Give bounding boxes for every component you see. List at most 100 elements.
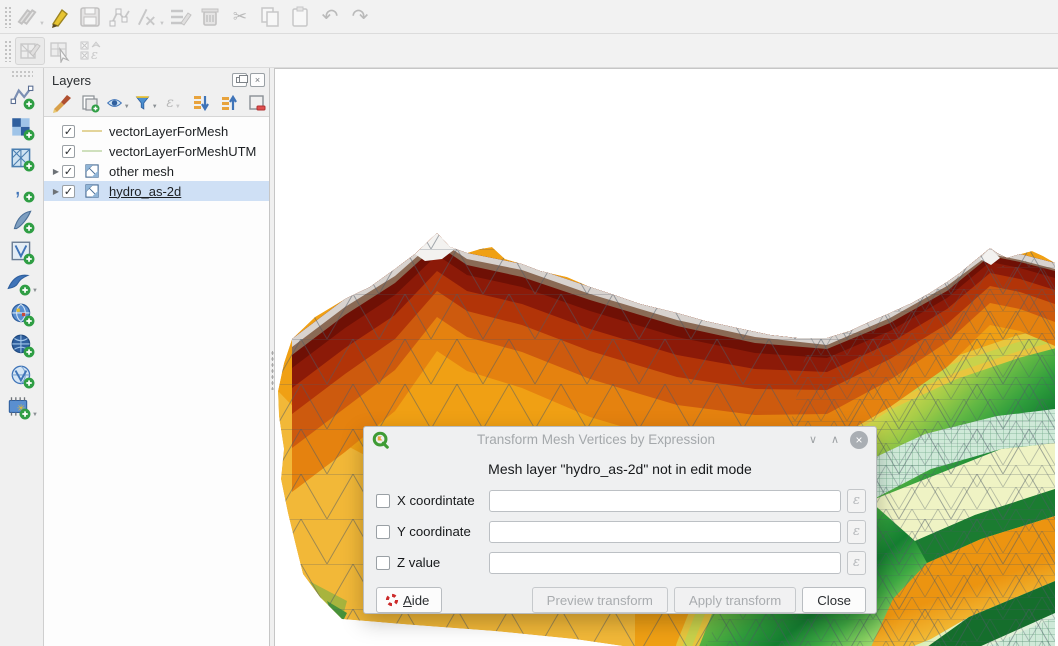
layers-panel-title: Layers <box>52 73 229 88</box>
apply-transform-button[interactable]: Apply transform <box>674 587 796 613</box>
close-button[interactable]: Close <box>802 587 866 613</box>
paste-features-button[interactable] <box>285 3 315 31</box>
layer-row-hydro-as-2d[interactable]: ▶ ✓ hydro_as-2d <box>44 181 269 201</box>
layer-row-vectorLayerForMeshUTM[interactable]: ✓ vectorLayerForMeshUTM <box>44 141 269 161</box>
panel-close-button[interactable]: × <box>250 73 265 87</box>
paste-icon <box>288 5 312 29</box>
layer-label[interactable]: hydro_as-2d <box>109 184 181 199</box>
dialog-close-button[interactable]: × <box>850 431 868 449</box>
advanced-digitizing-button[interactable]: ▼ <box>135 3 165 31</box>
redo-button[interactable]: ↷ <box>345 3 375 31</box>
z-value-checkbox[interactable] <box>376 556 390 570</box>
filter-by-expression-button[interactable]: ε ▼ <box>162 92 186 114</box>
caret-down-icon: ▼ <box>175 104 181 110</box>
add-postgis-layer-button[interactable]: ▼ <box>5 267 39 298</box>
map-canvas[interactable]: Transform Mesh Vertices by Expression ∨ … <box>275 68 1058 646</box>
y-expression-input[interactable] <box>489 521 841 543</box>
caret-down-icon: ▼ <box>32 412 38 418</box>
toolbar-drag-handle[interactable] <box>4 6 11 28</box>
save-edits-button[interactable] <box>75 3 105 31</box>
z-expression-builder-button[interactable]: ε <box>847 551 866 575</box>
current-edits-button[interactable]: ▼ <box>15 3 45 31</box>
manage-map-themes-button[interactable]: ▼ <box>106 92 130 114</box>
digitize-mesh-icon <box>18 39 42 63</box>
help-icon <box>385 593 399 607</box>
toggle-editing-button[interactable] <box>45 3 75 31</box>
chevron-up-icon: ∧ <box>831 434 839 446</box>
expand-all-button[interactable] <box>189 92 213 114</box>
toolbar-drag-handle[interactable] <box>4 40 11 62</box>
layer-label[interactable]: vectorLayerForMesh <box>109 124 228 139</box>
digitize-mesh-elements-button[interactable] <box>15 37 45 65</box>
check-icon: ✓ <box>64 125 73 138</box>
collapse-all-button[interactable] <box>217 92 241 114</box>
layer-row-vectorLayerForMesh[interactable]: ✓ vectorLayerForMesh <box>44 121 269 141</box>
preview-transform-button[interactable]: Preview transform <box>532 587 668 613</box>
layer-label[interactable]: other mesh <box>109 164 174 179</box>
undo-icon: ↶ <box>322 7 339 27</box>
caret-down-icon: ▼ <box>152 104 158 110</box>
expander-icon[interactable]: ▶ <box>50 167 62 176</box>
remove-layer-button[interactable] <box>245 92 269 114</box>
y-coordinate-row: Y coordinate ε <box>376 516 866 547</box>
funnel-icon <box>134 93 151 113</box>
layer-row-other-mesh[interactable]: ▶ ✓ other mesh <box>44 161 269 181</box>
add-virtual-layer-button[interactable] <box>5 236 39 267</box>
vertex-tool-button[interactable] <box>105 3 135 31</box>
add-wfs-layer-button[interactable] <box>5 360 39 391</box>
toolbar-drag-handle[interactable] <box>11 70 33 77</box>
add-virtual-layer-icon <box>9 239 35 265</box>
undo-button[interactable]: ↶ <box>315 3 345 31</box>
modify-attributes-button[interactable] <box>165 3 195 31</box>
splitter-handle[interactable] <box>271 350 274 390</box>
add-delimited-text-icon: , <box>9 177 35 203</box>
add-wfs-icon <box>9 363 35 389</box>
expression-epsilon-icon: ε <box>166 96 174 110</box>
manage-layers-toolbar: , ▼ ✳ ▼ <box>0 68 44 646</box>
add-mesh-layer-button[interactable] <box>5 143 39 174</box>
add-wcs-icon <box>9 332 35 358</box>
panel-float-button[interactable] <box>232 73 247 87</box>
qgis-logo-icon <box>372 431 390 449</box>
add-arcgis-rest-layer-button[interactable]: ✳ ▼ <box>5 391 39 422</box>
delete-selected-button[interactable] <box>195 3 225 31</box>
filter-legend-button[interactable]: ▼ <box>134 92 158 114</box>
transform-mesh-vertices-button[interactable]: ε <box>75 37 105 65</box>
y-expression-builder-button[interactable]: ε <box>847 520 866 544</box>
add-vector-layer-button[interactable] <box>5 81 39 112</box>
dialog-titlebar[interactable]: Transform Mesh Vertices by Expression ∨ … <box>364 427 876 452</box>
mesh-layer-icon <box>81 184 103 199</box>
add-wms-layer-button[interactable] <box>5 298 39 329</box>
cut-features-button[interactable]: ✂ <box>225 3 255 31</box>
layer-checkbox[interactable]: ✓ <box>62 185 75 198</box>
add-delimited-text-layer-button[interactable]: , <box>5 174 39 205</box>
check-icon: ✓ <box>64 165 73 178</box>
add-raster-layer-button[interactable] <box>5 112 39 143</box>
layer-label[interactable]: vectorLayerForMeshUTM <box>109 144 256 159</box>
layer-checkbox[interactable]: ✓ <box>62 165 75 178</box>
mesh-digitizing-toolbar: ε <box>0 34 1058 68</box>
x-expression-input[interactable] <box>489 490 841 512</box>
y-coordinate-checkbox[interactable] <box>376 525 390 539</box>
unshade-button[interactable]: ∧ <box>824 433 846 446</box>
x-expression-builder-button[interactable]: ε <box>847 489 866 513</box>
add-spatialite-layer-button[interactable] <box>5 205 39 236</box>
copy-icon <box>258 5 282 29</box>
shade-button[interactable]: ∨ <box>802 433 824 446</box>
vertex-tool-icon <box>108 5 132 29</box>
add-wcs-layer-button[interactable] <box>5 329 39 360</box>
layer-checkbox[interactable]: ✓ <box>62 125 75 138</box>
copy-features-button[interactable] <box>255 3 285 31</box>
add-group-button[interactable] <box>78 92 102 114</box>
qgis-window: ▼ ▼ ✂ <box>0 0 1058 646</box>
help-button[interactable]: Aide <box>376 587 442 613</box>
expander-icon[interactable]: ▶ <box>50 187 62 196</box>
z-expression-input[interactable] <box>489 552 841 574</box>
open-layer-styling-button[interactable] <box>50 92 74 114</box>
caret-down-icon: ▼ <box>32 288 38 294</box>
add-raster-layer-icon <box>9 115 35 141</box>
layers-panel-header: Layers × <box>44 68 269 90</box>
x-coordinate-checkbox[interactable] <box>376 494 390 508</box>
layer-checkbox[interactable]: ✓ <box>62 145 75 158</box>
select-mesh-elements-button[interactable] <box>45 37 75 65</box>
